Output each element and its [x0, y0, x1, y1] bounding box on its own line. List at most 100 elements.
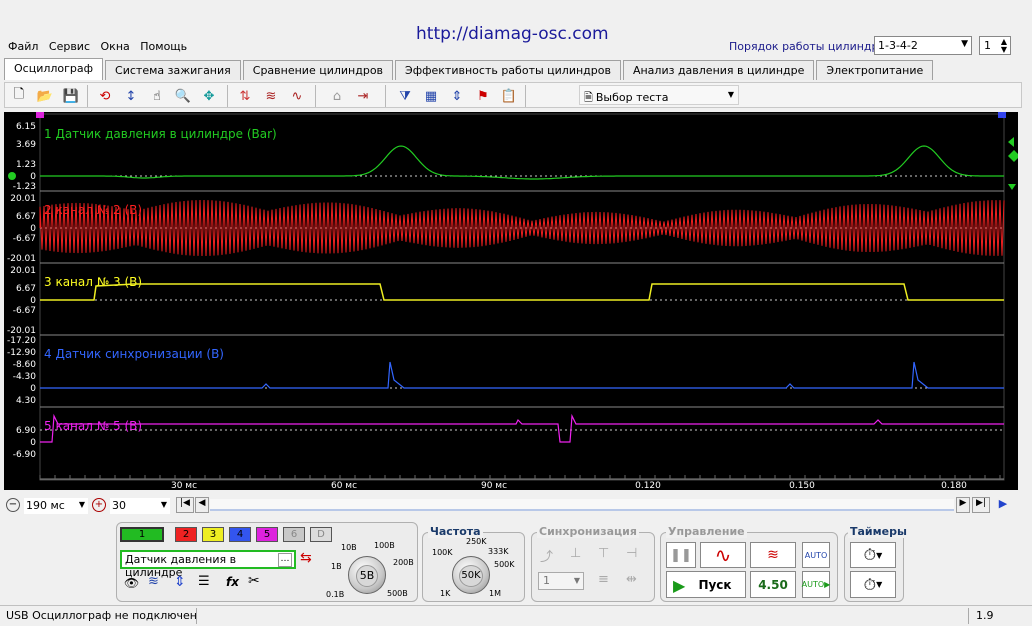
eye-icon[interactable]: 👁: [124, 576, 139, 590]
pause-button[interactable]: ❚❚: [666, 542, 696, 568]
tab-cylinder-compare[interactable]: Сравнение цилиндров: [242, 60, 394, 80]
cyl-order-select[interactable]: 1-3-4-2 ▼: [874, 36, 972, 55]
cursor-vertical-icon[interactable]: ↕: [121, 86, 141, 106]
frequency-knob[interactable]: 50K: [452, 556, 490, 594]
tab-pressure-analysis[interactable]: Анализ давления в цилиндре: [622, 60, 815, 80]
time-scrollbar[interactable]: [210, 499, 954, 511]
flag-icon[interactable]: ⚑: [473, 86, 493, 106]
trace-channel-1: [40, 145, 1004, 180]
channel-button-4[interactable]: 4: [229, 527, 251, 542]
control-value-display[interactable]: 4.50: [750, 571, 796, 598]
cursor-horizontal-icon[interactable]: ⟲: [95, 86, 115, 106]
menu-bar: Файл Сервис Окна Помощь: [8, 40, 194, 53]
fft-icon[interactable]: ∿: [287, 86, 307, 106]
trace-channel-3: [40, 283, 1004, 301]
y-tick-label: 1.23: [16, 160, 36, 170]
noise-mode-button[interactable]: ≋: [750, 542, 796, 568]
tab-oscilloscope[interactable]: Осциллограф: [4, 58, 104, 80]
hand-pan-icon[interactable]: ☝: [147, 86, 167, 106]
reset-zero-icon[interactable]: ⇥: [353, 86, 373, 106]
timer-2-button[interactable]: ⏱ ▼: [850, 571, 896, 598]
y-tick-label: 6.67: [16, 212, 36, 222]
tab-power[interactable]: Электропитание: [816, 60, 934, 80]
timer-1-button[interactable]: ⏱ ▼: [850, 542, 896, 568]
scope-display[interactable]: 6.15 3.69 1.23 0 -1.23 1 Датчик давления в ци…: [4, 112, 1018, 490]
sync-rising-icon[interactable]: ⤴: [540, 546, 553, 565]
new-file-icon[interactable]: 🗋: [9, 86, 29, 106]
x-tick-label: 60 мс: [331, 481, 357, 490]
sync-channel-value: 1: [543, 574, 550, 587]
sync-edge-down-icon[interactable]: ⊤: [598, 546, 609, 561]
tab-ignition[interactable]: Система зажигания: [105, 60, 241, 80]
site-url-watermark: http://diamag-osc.com: [416, 24, 609, 44]
fit-view-icon[interactable]: ✥: [199, 86, 219, 106]
more-icon[interactable]: …: [278, 553, 292, 567]
invert-icon[interactable]: ⇅: [235, 86, 255, 106]
status-bar: USB Осциллограф не подключен 1.9: [0, 605, 1032, 626]
zoom-select[interactable]: 30 ▼: [110, 498, 170, 514]
chevron-down-icon: ▼: [727, 90, 734, 99]
scroll-end-button[interactable]: ▶|: [972, 497, 990, 513]
channel-link-icon[interactable]: ⇆: [300, 550, 312, 566]
channel-sensor-field[interactable]: Датчик давления в цилиндре …: [120, 550, 296, 579]
volt-label-1v: 1В: [331, 562, 342, 571]
channel-button-5[interactable]: 5: [256, 527, 278, 542]
clipboard-icon[interactable]: 📋: [499, 86, 519, 106]
scope-traces: 6.153.691.230-1.231 Датчик давления в ци…: [7, 112, 1018, 490]
channel-button-6[interactable]: 6: [283, 527, 305, 542]
channel-button-1[interactable]: 1: [120, 527, 164, 542]
marker-diamond-icon: [1008, 150, 1018, 162]
channel-button-3[interactable]: 3: [202, 527, 224, 542]
scroll-left-button[interactable]: ◀: [195, 497, 209, 513]
menu-windows[interactable]: Окна: [101, 40, 130, 53]
wave-filter-icon[interactable]: ≋: [148, 574, 159, 589]
menu-file[interactable]: Файл: [8, 40, 38, 53]
channel-button-d[interactable]: D: [310, 527, 332, 542]
chevron-down-icon: ▼: [573, 576, 580, 585]
zoom-out-icon[interactable]: −: [6, 498, 20, 512]
channel-1-zero-marker: [8, 172, 16, 180]
x-tick-label: 0.120: [635, 481, 661, 490]
stopwatch-icon: ⏱: [863, 574, 877, 594]
y-tick-label: 0: [30, 172, 36, 182]
menu-help[interactable]: Помощь: [140, 40, 187, 53]
spin-arrows-icon: ▲ ▼: [1000, 37, 1007, 54]
sync-channel-select[interactable]: 1 ▼: [538, 572, 584, 590]
y-tick-label: -1.23: [13, 182, 36, 192]
funnel-filter-icon[interactable]: ⧩: [395, 86, 415, 106]
sync-center-icon[interactable]: ⇹: [626, 572, 637, 587]
open-folder-icon[interactable]: 📂: [35, 86, 55, 106]
filter-wave-icon[interactable]: ≋: [261, 86, 281, 106]
auto-icon[interactable]: ⌂: [327, 86, 347, 106]
sync-edge-up-icon[interactable]: ⊥: [570, 546, 581, 561]
function-icon[interactable]: fx: [226, 575, 239, 589]
sync-mode-icon[interactable]: ⊣: [626, 546, 637, 561]
tools-icon[interactable]: ✂: [248, 573, 260, 589]
auto-play-button[interactable]: AUTO▶: [802, 571, 830, 598]
play-icon[interactable]: ▶: [994, 497, 1012, 513]
scroll-right-button[interactable]: ▶: [956, 497, 970, 513]
test-select[interactable]: 🗎 Выбор теста ▼: [579, 85, 739, 105]
volts-per-div-knob[interactable]: 5В: [348, 556, 386, 594]
auto-scale-button[interactable]: AUTO: [802, 542, 830, 568]
start-button[interactable]: ▶ Пуск: [666, 571, 746, 598]
tab-cylinder-efficiency[interactable]: Эффективность работы цилиндров: [395, 60, 621, 80]
cyl-spin[interactable]: 1 ▲ ▼: [979, 36, 1011, 55]
split-icon[interactable]: ⇕: [447, 86, 467, 106]
zoom-icon[interactable]: 🔍: [173, 86, 193, 106]
grid-lines-icon[interactable]: ☰: [198, 574, 210, 589]
channel-button-2[interactable]: 2: [175, 527, 197, 542]
zoom-in-icon[interactable]: +: [92, 498, 106, 512]
sync-level-icon[interactable]: ≡: [598, 572, 609, 587]
sine-mode-button[interactable]: ∿: [700, 542, 746, 568]
menu-service[interactable]: Сервис: [49, 40, 90, 53]
scroll-start-button[interactable]: |◀: [176, 497, 194, 513]
y-tick-label: 0: [30, 224, 36, 234]
y-tick-label: 4.30: [16, 396, 36, 406]
move-vertical-icon[interactable]: ⇕: [174, 574, 186, 590]
timebase-select[interactable]: 190 мс ▼: [24, 498, 88, 514]
table-icon[interactable]: ▦: [421, 86, 441, 106]
save-icon[interactable]: 💾: [61, 86, 81, 106]
y-tick-label: -20.01: [7, 254, 36, 264]
volt-label-100v: 100В: [374, 541, 395, 550]
